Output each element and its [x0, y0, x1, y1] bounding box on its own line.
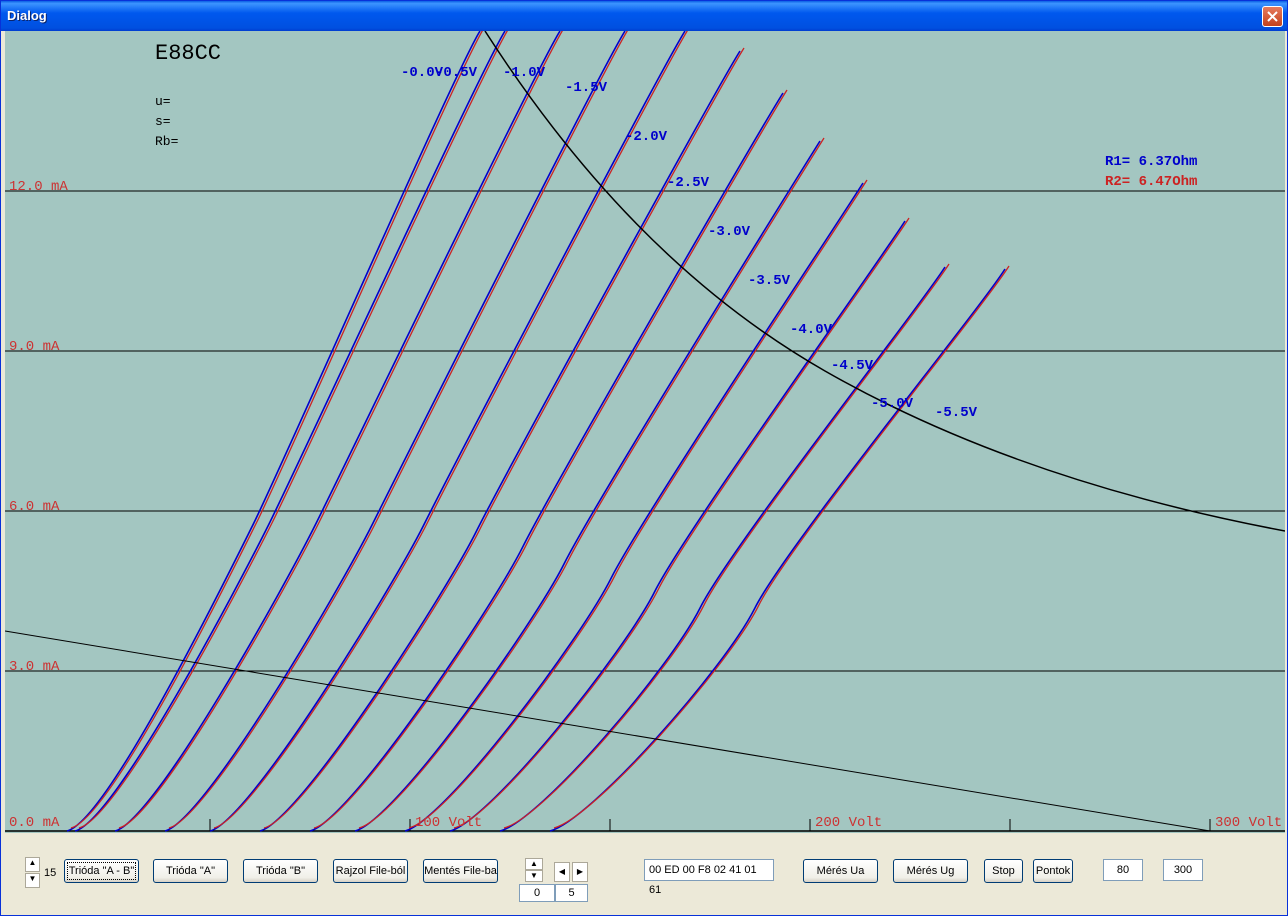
- tube-name: E88CC: [155, 41, 221, 66]
- tube-characteristic-chart: E88CC u= s= Rb= R1= 6.37Ohm R2= 6.47Ohm …: [5, 31, 1285, 832]
- curve-b: [408, 179, 868, 829]
- meres-ua-button[interactable]: Mérés Ua: [803, 859, 878, 883]
- value-300-field[interactable]: 300: [1163, 859, 1203, 881]
- y-label-12: 12.0 mA: [9, 179, 68, 195]
- r1-label: R1= 6.37Ohm: [1105, 154, 1197, 170]
- value-80-field[interactable]: 80: [1103, 859, 1143, 881]
- y-label-3: 3.0 mA: [9, 659, 60, 675]
- curve-a: [404, 182, 864, 832]
- hex-data-field[interactable]: 00 ED 00 F8 02 41 01 61: [644, 859, 774, 896]
- step-spin-up[interactable]: ▲: [525, 858, 543, 870]
- close-button[interactable]: [1262, 6, 1283, 27]
- plot-area: E88CC u= s= Rb= R1= 6.37Ohm R2= 6.47Ohm …: [5, 31, 1285, 833]
- close-icon: [1267, 11, 1278, 22]
- window-title: Dialog: [7, 8, 47, 23]
- curve-a: [164, 31, 626, 832]
- param-u: u=: [155, 94, 171, 109]
- grid-voltage-label: -2.5V: [667, 175, 710, 191]
- rajzol-button[interactable]: Rajzol File-ból: [333, 859, 408, 883]
- x-label-200: 200 Volt: [815, 815, 882, 831]
- x-label-100: 100 Volt: [415, 815, 482, 831]
- trioda-b-button[interactable]: Trióda "B": [243, 859, 318, 883]
- curve-b: [118, 31, 564, 829]
- dialog-window: Dialog E88CC u= s= Rb= R1= 6.37Ohm R2= 6…: [0, 0, 1288, 916]
- right-value-field[interactable]: 5: [555, 884, 588, 902]
- grid-voltage-label: -5.0V: [871, 396, 914, 412]
- grid-voltage-label: -1.0V: [503, 65, 546, 81]
- curve-a: [114, 31, 561, 832]
- curve-b: [313, 89, 788, 829]
- curve-b: [503, 263, 950, 829]
- title-bar[interactable]: Dialog: [1, 1, 1287, 31]
- curve-b: [213, 31, 688, 829]
- curve-a: [499, 266, 946, 832]
- curve-b: [358, 137, 825, 829]
- trioda-ab-button[interactable]: Trióda "A - B": [64, 859, 139, 883]
- grid-voltage-label: -4.5V: [831, 358, 874, 374]
- r2-label: R2= 6.47Ohm: [1105, 174, 1197, 190]
- grid-voltage-label: -3.5V: [748, 273, 791, 289]
- curve-b: [453, 217, 910, 829]
- grid-voltage-label: -5.5V: [935, 405, 978, 421]
- param-s: s=: [155, 114, 171, 129]
- stop-button[interactable]: Stop: [984, 859, 1023, 883]
- step-left-arrow[interactable]: ◀: [554, 862, 570, 882]
- curve-b: [553, 265, 1010, 829]
- grid-voltage-label: -2.0V: [625, 129, 668, 145]
- curve-b: [263, 47, 745, 829]
- curve-b: [168, 31, 628, 829]
- y-label-6: 6.0 mA: [9, 499, 60, 515]
- param-rb: Rb=: [155, 134, 179, 149]
- count-value: 15: [44, 867, 57, 879]
- curve-a: [259, 50, 741, 832]
- curve-a: [549, 268, 1006, 832]
- y-label-9: 9.0 mA: [9, 339, 60, 355]
- grid-voltage-label: -3.0V: [708, 224, 751, 240]
- meres-ug-button[interactable]: Mérés Ug: [893, 859, 968, 883]
- trioda-a-button[interactable]: Trióda "A": [153, 859, 228, 883]
- step-right-arrow[interactable]: ▶: [572, 862, 588, 882]
- grid-voltage-label: -1.5V: [565, 80, 608, 96]
- curve-a: [309, 92, 784, 832]
- grid-voltage-label: -4.0V: [790, 322, 833, 338]
- grid-voltage-label: -0.5V: [435, 65, 478, 81]
- load-line: [5, 630, 1211, 832]
- control-panel: ▲ ▼ 15 Trióda "A - B" Trióda "A" Trióda …: [5, 833, 1285, 913]
- load-curve: [484, 31, 1285, 532]
- mentes-button[interactable]: Mentés File-ba: [423, 859, 498, 883]
- y-label-0: 0.0 mA: [9, 815, 60, 831]
- count-spin-down[interactable]: ▼: [25, 873, 40, 888]
- left-value-field[interactable]: 0: [519, 884, 555, 902]
- x-label-300: 300 Volt: [1215, 815, 1282, 831]
- pontok-button[interactable]: Pontok: [1033, 859, 1073, 883]
- curve-a: [449, 220, 906, 832]
- curve-b: [78, 31, 509, 829]
- curve-a: [74, 31, 506, 832]
- step-spin-down[interactable]: ▼: [525, 870, 543, 882]
- count-spin-up[interactable]: ▲: [25, 857, 40, 872]
